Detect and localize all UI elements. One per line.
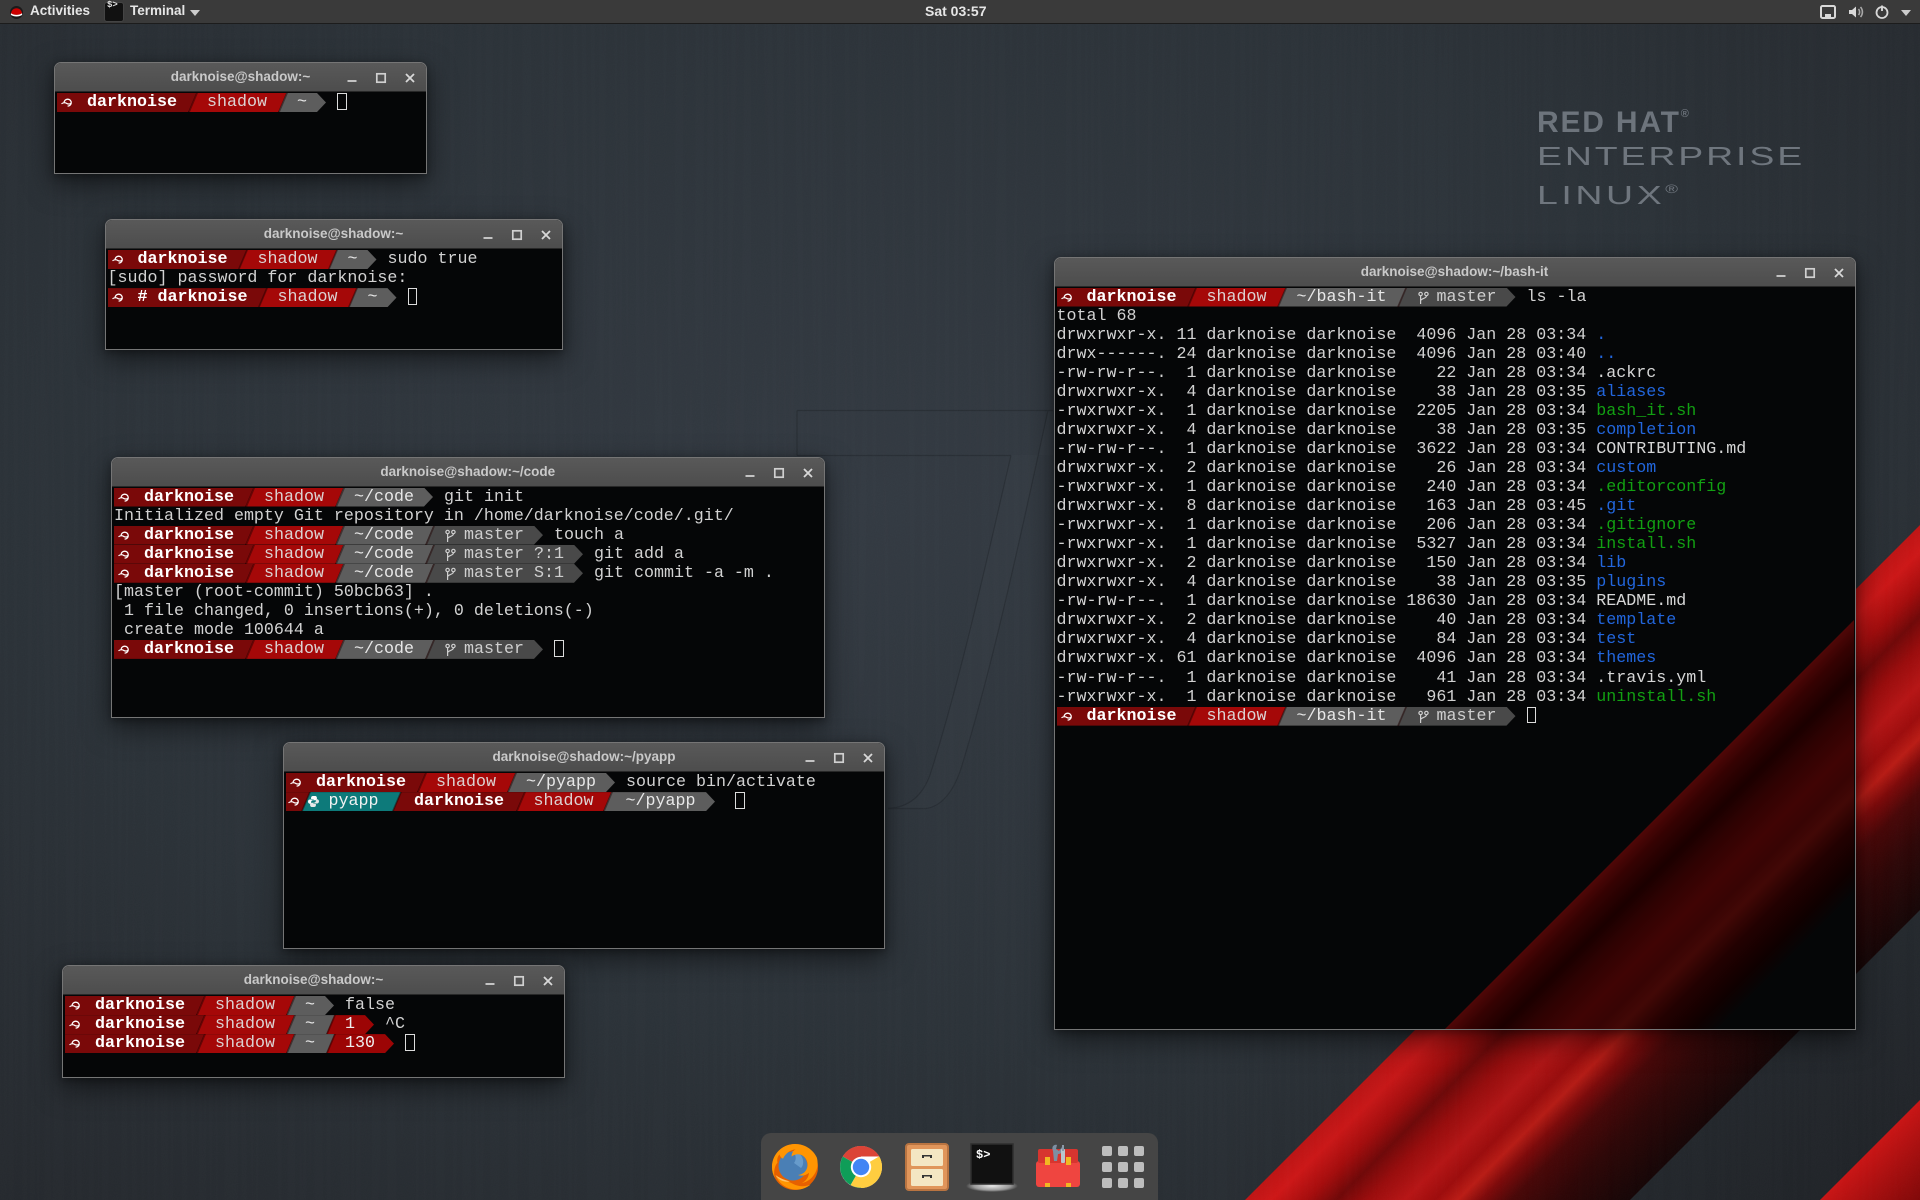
svg-text:$>: $> <box>976 1148 990 1162</box>
